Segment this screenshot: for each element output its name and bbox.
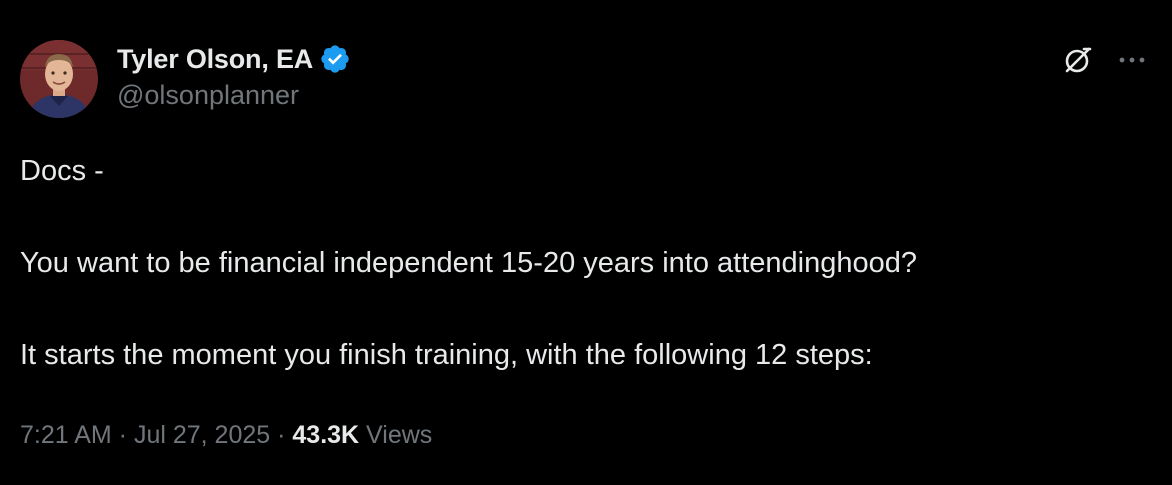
- name-row: Tyler Olson, EA: [117, 42, 351, 76]
- grok-icon[interactable]: [1058, 40, 1098, 80]
- user-handle[interactable]: @olsonplanner: [117, 80, 351, 111]
- tweet-metadata: 7:21 AM · Jul 27, 2025 · 43.3K Views: [20, 421, 432, 450]
- verified-badge-icon[interactable]: [319, 43, 351, 75]
- avatar[interactable]: [20, 40, 98, 118]
- display-name[interactable]: Tyler Olson, EA: [117, 44, 313, 75]
- tweet-time: 7:21 AM: [20, 421, 112, 449]
- tweet-line-1: Docs -: [20, 155, 104, 187]
- tweet-line-2: You want to be financial independent 15-…: [20, 247, 918, 279]
- author-info: Tyler Olson, EA @olsonplanner: [117, 42, 351, 111]
- separator: ·: [270, 421, 293, 449]
- separator: ·: [111, 421, 134, 449]
- tweet-text: Docs - You want to be financial independ…: [20, 148, 1150, 378]
- tweet-container: Tyler Olson, EA @olsonplanner Docs - You: [0, 0, 1172, 485]
- more-options-icon[interactable]: [1112, 40, 1152, 80]
- views-label: Views: [359, 421, 433, 449]
- avatar-image: [20, 40, 98, 118]
- tweet-date: Jul 27, 2025: [133, 421, 271, 449]
- tweet-timestamp-link[interactable]: 7:21 AM · Jul 27, 2025: [20, 421, 270, 449]
- views-count[interactable]: 43.3K: [292, 421, 359, 449]
- tweet-line-3: It starts the moment you finish training…: [20, 339, 873, 371]
